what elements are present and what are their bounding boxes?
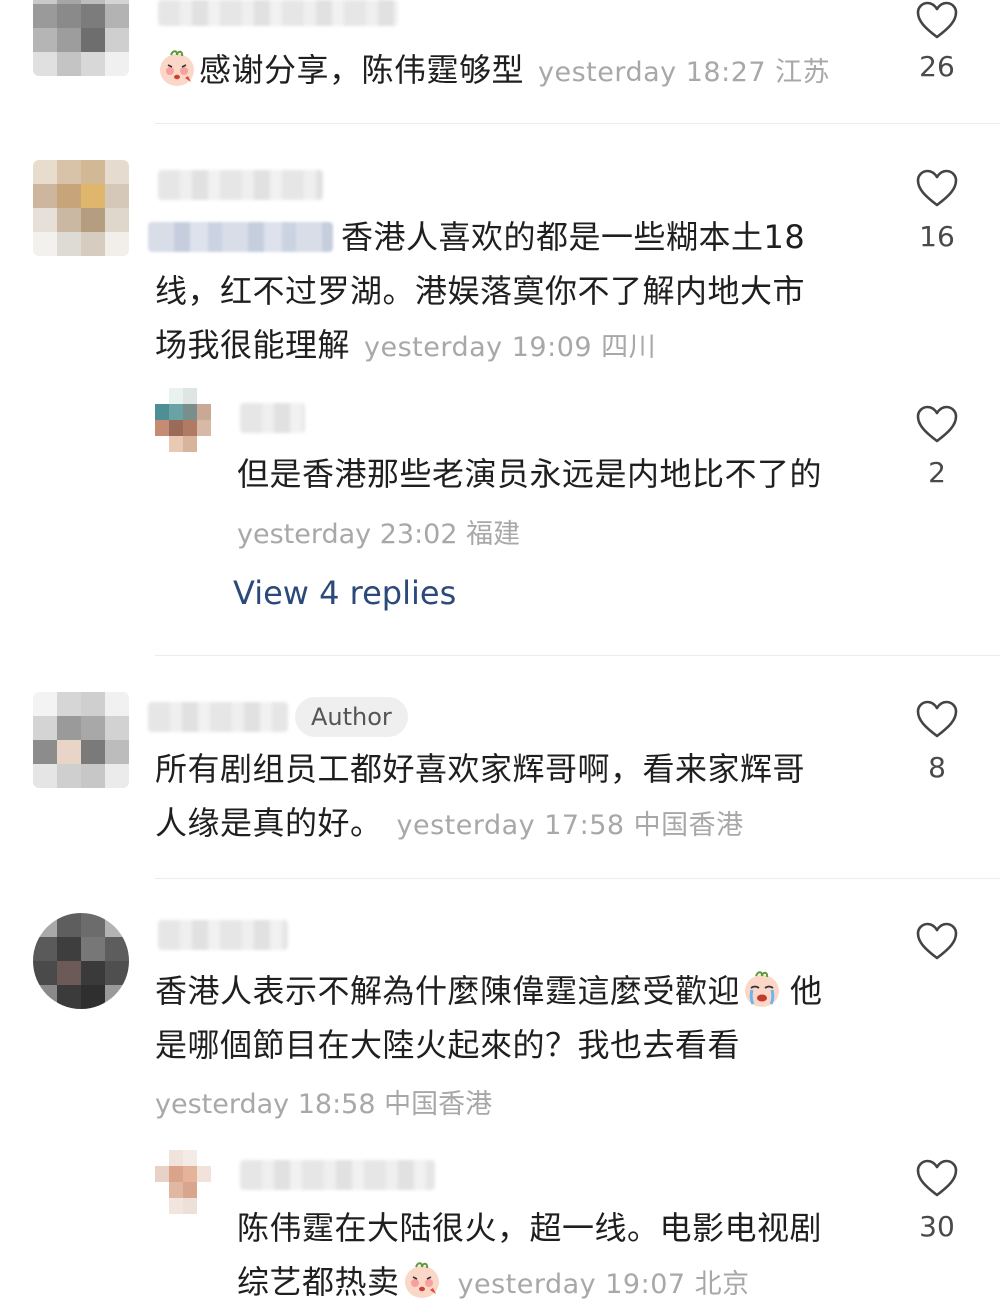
comment-text: 线，红不过罗湖。港娱落寞你不了解内地大市: [155, 272, 806, 310]
heart-icon[interactable]: [915, 1158, 959, 1198]
username[interactable]: [240, 1160, 435, 1190]
comment-text: 感谢分享，陈伟霆够型 yesterday 18:27 江苏: [155, 43, 830, 100]
reply-text: 陈伟霆在大陆很火，超一线。电影电视剧: [237, 1209, 823, 1247]
comment-meta: yesterday 19:09 四川: [364, 332, 657, 363]
like-count: 16: [919, 220, 955, 253]
reply-meta: yesterday 23:02 福建: [237, 519, 521, 550]
like-count: 30: [919, 1210, 955, 1243]
comment-body: 场我很能理解: [155, 326, 351, 364]
divider: [155, 878, 1000, 879]
comment-body: 综艺都热卖: [237, 1263, 400, 1301]
view-replies-link[interactable]: View 4 replies: [233, 574, 456, 612]
avatar[interactable]: [33, 692, 129, 788]
heart-icon[interactable]: [915, 168, 959, 208]
avatar[interactable]: [33, 0, 129, 76]
comment-text: 香港人喜欢的都是一些糊本土18: [148, 210, 805, 264]
avatar[interactable]: [155, 388, 211, 452]
like-count: 8: [928, 751, 946, 784]
comment-body: 感谢分享，陈伟霆够型: [199, 51, 525, 89]
avatar[interactable]: [33, 913, 129, 1009]
heart-icon[interactable]: [915, 0, 959, 40]
reply-text: 但是香港那些老演员永远是内地比不了的: [237, 455, 823, 493]
comment-text: 人缘是真的好。 yesterday 17:58 中国香港: [155, 796, 744, 853]
divider: [155, 123, 1000, 124]
blushing-face-emoji: [157, 48, 197, 88]
heart-icon[interactable]: [915, 921, 959, 961]
comment-text: 是哪個節目在大陸火起來的？我也去看看: [155, 1026, 741, 1064]
avatar[interactable]: [33, 160, 129, 256]
comment-body: 他: [790, 972, 823, 1010]
heart-icon[interactable]: [915, 404, 959, 444]
username[interactable]: [240, 403, 305, 433]
avatar[interactable]: [155, 1150, 211, 1214]
author-badge: Author: [295, 697, 408, 737]
reply-meta: yesterday 19:07 北京: [457, 1269, 750, 1300]
comment-text: 所有剧组员工都好喜欢家辉哥啊，看来家辉哥: [155, 750, 806, 788]
comment-meta: yesterday 17:58 中国香港: [396, 810, 744, 841]
comment-body: 香港人表示不解為什麼陳偉霆這麼受歡迎: [155, 972, 741, 1010]
comment-text: 场我很能理解 yesterday 19:09 四川: [155, 318, 656, 375]
username[interactable]: [158, 170, 323, 200]
reply-text: 综艺都热卖 yesterday 19:07 北京: [237, 1255, 750, 1312]
heart-icon[interactable]: [915, 699, 959, 739]
like-count: 26: [919, 50, 955, 83]
mention-username[interactable]: [148, 222, 333, 252]
divider: [155, 655, 1000, 656]
like-count: 2: [928, 456, 946, 489]
blushing-face-emoji: [402, 1260, 442, 1300]
crying-face-emoji: [742, 969, 782, 1009]
comment-meta: yesterday 18:58 中国香港: [155, 1089, 493, 1120]
comment-text: 香港人表示不解為什麼陳偉霆這麼受歡迎 他: [155, 964, 823, 1018]
comment-body: 香港人喜欢的都是一些糊本土18: [341, 218, 806, 256]
username[interactable]: [158, 0, 398, 26]
comment-body: 人缘是真的好。: [155, 804, 383, 842]
comment-meta: yesterday 18:27 江苏: [538, 57, 831, 88]
username[interactable]: [148, 702, 288, 732]
username[interactable]: [158, 920, 288, 950]
